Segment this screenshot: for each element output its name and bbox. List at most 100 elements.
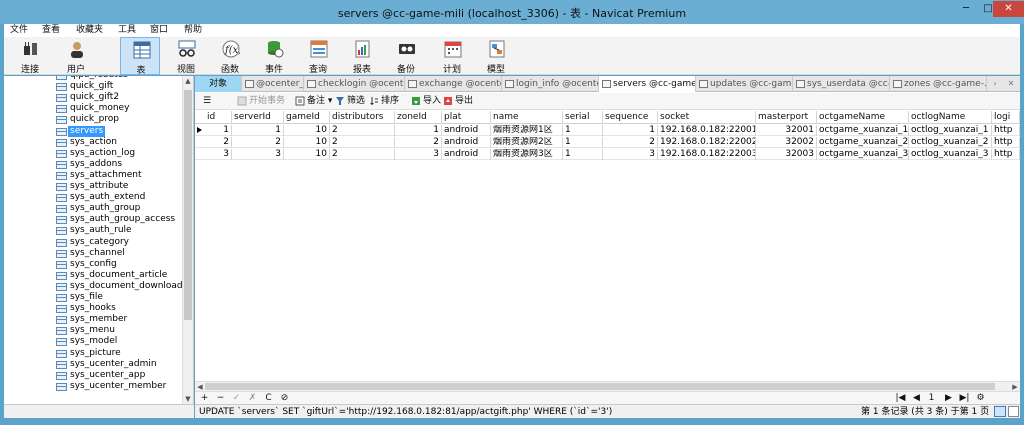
filter-button[interactable]: 筛选 bbox=[335, 95, 365, 108]
table-cell[interactable]: android bbox=[442, 137, 491, 148]
tree-item-sys_member[interactable]: sys_member bbox=[56, 314, 176, 325]
grid-horizontal-scrollbar[interactable]: ◀ ▶ bbox=[195, 381, 1020, 391]
scroll-down-icon[interactable]: ▼ bbox=[183, 394, 193, 404]
column-header-name[interactable]: name bbox=[491, 111, 563, 124]
toolbar-function-button[interactable]: f(x) 函数 bbox=[210, 37, 250, 75]
tab-objects[interactable]: 对象 bbox=[195, 76, 242, 92]
table-cell[interactable]: 1 bbox=[205, 125, 232, 136]
toolbar-query-button[interactable]: 查询 bbox=[298, 37, 338, 75]
table-cell[interactable]: 2 bbox=[330, 125, 395, 136]
tab-servers[interactable]: servers @cc-game-... bbox=[599, 76, 696, 92]
table-cell[interactable]: 2 bbox=[603, 137, 658, 148]
toolbar-user-button[interactable]: 用户 bbox=[56, 37, 96, 75]
tree-item-quick_money[interactable]: quick_money bbox=[56, 103, 176, 114]
tree-item-sys_ucenter_app[interactable]: sys_ucenter_app bbox=[56, 370, 176, 381]
column-header-serverId[interactable]: serverId bbox=[232, 111, 284, 124]
tree-item-quick_prop[interactable]: quick_prop bbox=[56, 114, 176, 125]
table-cell[interactable]: http bbox=[992, 149, 1020, 160]
begin-transaction-button[interactable]: 开始事务 bbox=[237, 95, 285, 108]
tab-exchange[interactable]: exchange @ocente... bbox=[405, 76, 502, 92]
tree-item-sys_category[interactable]: sys_category bbox=[56, 237, 176, 248]
tab-login-info[interactable]: login_info @ocente... bbox=[502, 76, 599, 92]
table-cell[interactable]: 32003 bbox=[756, 149, 817, 160]
tree-item-sys_file[interactable]: sys_file bbox=[56, 292, 176, 303]
menu-file[interactable]: 文件 bbox=[10, 24, 28, 37]
tree-item-sys_ucenter_member[interactable]: sys_ucenter_member bbox=[56, 381, 176, 392]
table-cell[interactable]: 192.168.0.182:22002 bbox=[658, 137, 756, 148]
tree-item-quick_gift[interactable]: quick_gift bbox=[56, 81, 176, 92]
table-row[interactable]: 1 1 10 2 1 android 烟雨资源网1区 1 1 192.168.0.182:2200… bbox=[195, 125, 1020, 136]
toolbar-schedule-button[interactable]: 计划 bbox=[432, 37, 472, 75]
tree-vertical-scrollbar[interactable]: ▲ ▼ bbox=[182, 76, 193, 404]
menu-view[interactable]: 查看 bbox=[42, 24, 60, 37]
tree-item-sys_auth_group_access[interactable]: sys_auth_group_access bbox=[56, 214, 176, 225]
table-cell[interactable]: octgame_xuanzai_3 bbox=[817, 149, 909, 160]
sort-button[interactable]: 排序 bbox=[369, 95, 399, 108]
tree-item-sys_auth_group[interactable]: sys_auth_group bbox=[56, 203, 176, 214]
table-cell[interactable]: 1 bbox=[395, 125, 442, 136]
table-row[interactable]: 3 3 10 2 3 android 烟雨资源网3区 1 3 192.168.0.182:2200… bbox=[195, 149, 1020, 160]
table-cell[interactable]: 2 bbox=[330, 149, 395, 160]
menu-window[interactable]: 窗口 bbox=[150, 24, 168, 37]
column-header-sequence[interactable]: sequence bbox=[603, 111, 658, 124]
toolbar-table-button[interactable]: 表 bbox=[120, 37, 160, 76]
import-button[interactable]: 导入 bbox=[411, 95, 441, 108]
tab-checklogin[interactable]: checklogin @ocent... bbox=[304, 76, 405, 92]
export-button[interactable]: 导出 bbox=[443, 95, 473, 108]
table-cell[interactable]: octlog_xuanzai_2 bbox=[909, 137, 992, 148]
scroll-up-icon[interactable]: ▲ bbox=[183, 76, 193, 86]
toolbar-connection-button[interactable]: 连接 bbox=[10, 37, 50, 75]
tree-item-sys_document_article[interactable]: sys_document_article bbox=[56, 270, 176, 281]
toolbar-model-button[interactable]: 模型 bbox=[476, 37, 516, 75]
table-cell[interactable]: android bbox=[442, 149, 491, 160]
table-cell[interactable]: 32002 bbox=[756, 137, 817, 148]
table-cell[interactable]: octgame_xuanzai_1 bbox=[817, 125, 909, 136]
table-cell[interactable]: 3 bbox=[395, 149, 442, 160]
scroll-thumb[interactable] bbox=[184, 90, 192, 320]
table-cell[interactable]: 2 bbox=[232, 137, 284, 148]
table-cell[interactable]: 10 bbox=[284, 137, 330, 148]
form-view-icon[interactable] bbox=[1008, 406, 1019, 417]
table-cell[interactable]: octlog_xuanzai_3 bbox=[909, 149, 992, 160]
column-header-masterport[interactable]: masterport bbox=[756, 111, 817, 124]
table-cell[interactable]: 10 bbox=[284, 125, 330, 136]
data-grid[interactable]: id serverId gameId distributors zoneId plat na… bbox=[195, 111, 1020, 381]
minimize-button[interactable]: ─ bbox=[958, 1, 974, 17]
tree-item-servers[interactable]: servers bbox=[56, 125, 176, 137]
menu-icon[interactable]: ☰ bbox=[203, 95, 211, 108]
toolbar-backup-button[interactable]: 备份 bbox=[386, 37, 426, 75]
tree-item-sys_auth_rule[interactable]: sys_auth_rule bbox=[56, 225, 176, 236]
column-header-plat[interactable]: plat bbox=[442, 111, 491, 124]
table-cell[interactable]: octlog_xuanzai_1 bbox=[909, 125, 992, 136]
table-cell[interactable]: 192.168.0.182:22001 bbox=[658, 125, 756, 136]
table-cell[interactable]: 1 bbox=[563, 137, 603, 148]
column-header-octlogName[interactable]: octlogName bbox=[909, 111, 992, 124]
grid-view-icon[interactable] bbox=[994, 406, 1006, 417]
tree-item-sys_action[interactable]: sys_action bbox=[56, 137, 176, 148]
column-header-zoneId[interactable]: zoneId bbox=[395, 111, 442, 124]
tree-item-sys_menu[interactable]: sys_menu bbox=[56, 325, 176, 336]
table-cell[interactable]: 1 bbox=[563, 149, 603, 160]
column-header-logi[interactable]: logi bbox=[992, 111, 1020, 124]
column-header-octgameName[interactable]: octgameName bbox=[817, 111, 909, 124]
tab-close-icon[interactable]: ✕ bbox=[1006, 78, 1016, 90]
column-header-gameId[interactable]: gameId bbox=[284, 111, 330, 124]
table-cell[interactable]: 烟雨资源网2区 bbox=[491, 137, 563, 148]
tree-item-sys_model[interactable]: sys_model bbox=[56, 336, 176, 347]
table-cell[interactable]: 3 bbox=[205, 149, 232, 160]
column-header-serial[interactable]: serial bbox=[563, 111, 603, 124]
tree-item-sys_picture[interactable]: sys_picture bbox=[56, 348, 176, 359]
table-cell[interactable]: 烟雨资源网3区 bbox=[491, 149, 563, 160]
tree-item-sys_addons[interactable]: sys_addons bbox=[56, 159, 176, 170]
table-row[interactable]: 2 2 10 2 2 android 烟雨资源网2区 1 2 192.168.0.182:2200… bbox=[195, 137, 1020, 148]
tab-zones[interactable]: zones @cc-game-... bbox=[890, 76, 987, 92]
tree-item-sys_document_download[interactable]: sys_document_download bbox=[56, 281, 183, 292]
object-tree[interactable]: qipa_rebatesquick_giftquick_gift2quick_m… bbox=[4, 76, 194, 404]
menu-help[interactable]: 帮助 bbox=[184, 24, 202, 37]
table-cell[interactable]: 10 bbox=[284, 149, 330, 160]
table-cell[interactable]: 32001 bbox=[756, 125, 817, 136]
table-cell[interactable]: 1 bbox=[603, 125, 658, 136]
note-button[interactable]: 备注 ▾ bbox=[295, 95, 332, 108]
table-cell[interactable]: http bbox=[992, 125, 1020, 136]
table-cell[interactable]: 3 bbox=[232, 149, 284, 160]
